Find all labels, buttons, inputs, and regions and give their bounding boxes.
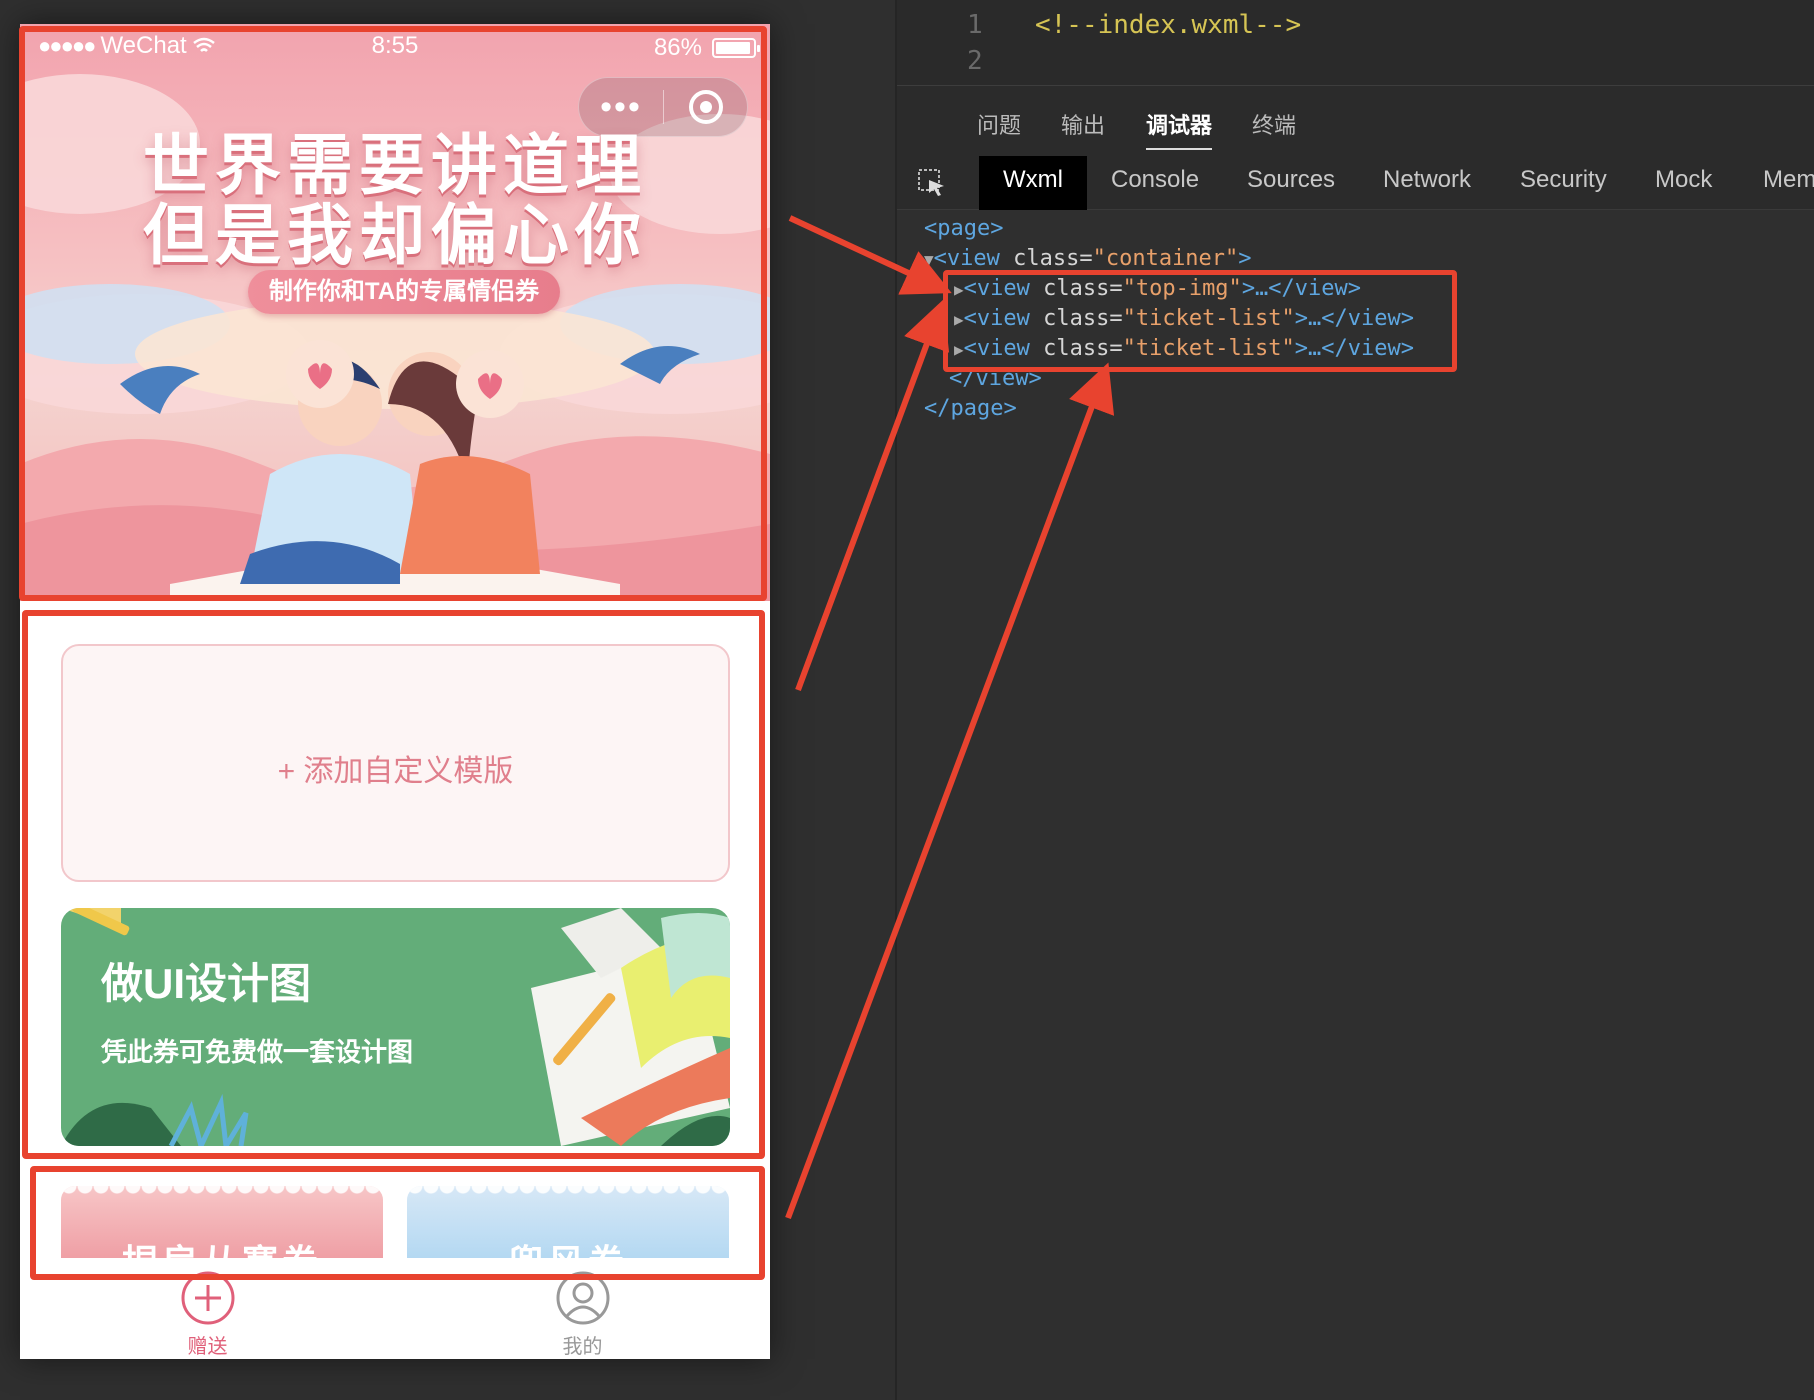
tab-mine-label: 我的 [562,1336,603,1358]
tab-debugger[interactable]: 调试器 [1146,108,1212,140]
arrow-ticket-list-1 [795,299,950,692]
tab-console[interactable]: Console [1111,166,1199,194]
tab-problems[interactable]: 问题 [977,108,1021,140]
line-number: 1 [967,10,983,40]
node-page-close[interactable]: </page> [924,394,1017,424]
inspect-element-icon[interactable] [917,168,947,198]
arrow-top-img [788,215,952,295]
tab-sources[interactable]: Sources [1247,166,1335,194]
highlight-ticket-list-1 [22,610,765,1159]
line-number: 2 [967,46,983,76]
screenshot: ●●●●● WeChat 8:55 86% ••• 世界需要讲道理 但是我却偏心… [0,0,1814,1400]
tab-security[interactable]: Security [1520,166,1607,194]
tab-network[interactable]: Network [1383,166,1471,194]
tab-memory[interactable]: Mem [1763,166,1814,194]
code-editor: 1 2 <!--index.wxml--> [897,0,1814,86]
tab-gift-label: 赠送 [187,1336,228,1358]
highlight-tree-children [943,270,1457,372]
arrow-ticket-list-2 [785,362,1115,1220]
highlight-top-img [19,26,767,601]
active-tab-indicator [1146,148,1212,150]
expand-arrow-icon[interactable]: ▼ [924,250,934,269]
pane-divider[interactable] [895,0,897,1400]
highlight-ticket-list-2 [30,1166,765,1280]
panel-tabs: 问题 输出 调试器 终端 [897,86,1814,156]
tab-mock[interactable]: Mock [1655,166,1712,194]
node-page-open[interactable]: <page> [924,214,1003,244]
tab-wxml[interactable]: Wxml [979,156,1087,210]
tab-terminal[interactable]: 终端 [1252,108,1296,140]
devtools-toolbar: Wxml Console Sources Network Security Mo… [897,156,1814,210]
code-line[interactable]: <!--index.wxml--> [1035,10,1301,40]
tab-output[interactable]: 输出 [1061,108,1105,140]
